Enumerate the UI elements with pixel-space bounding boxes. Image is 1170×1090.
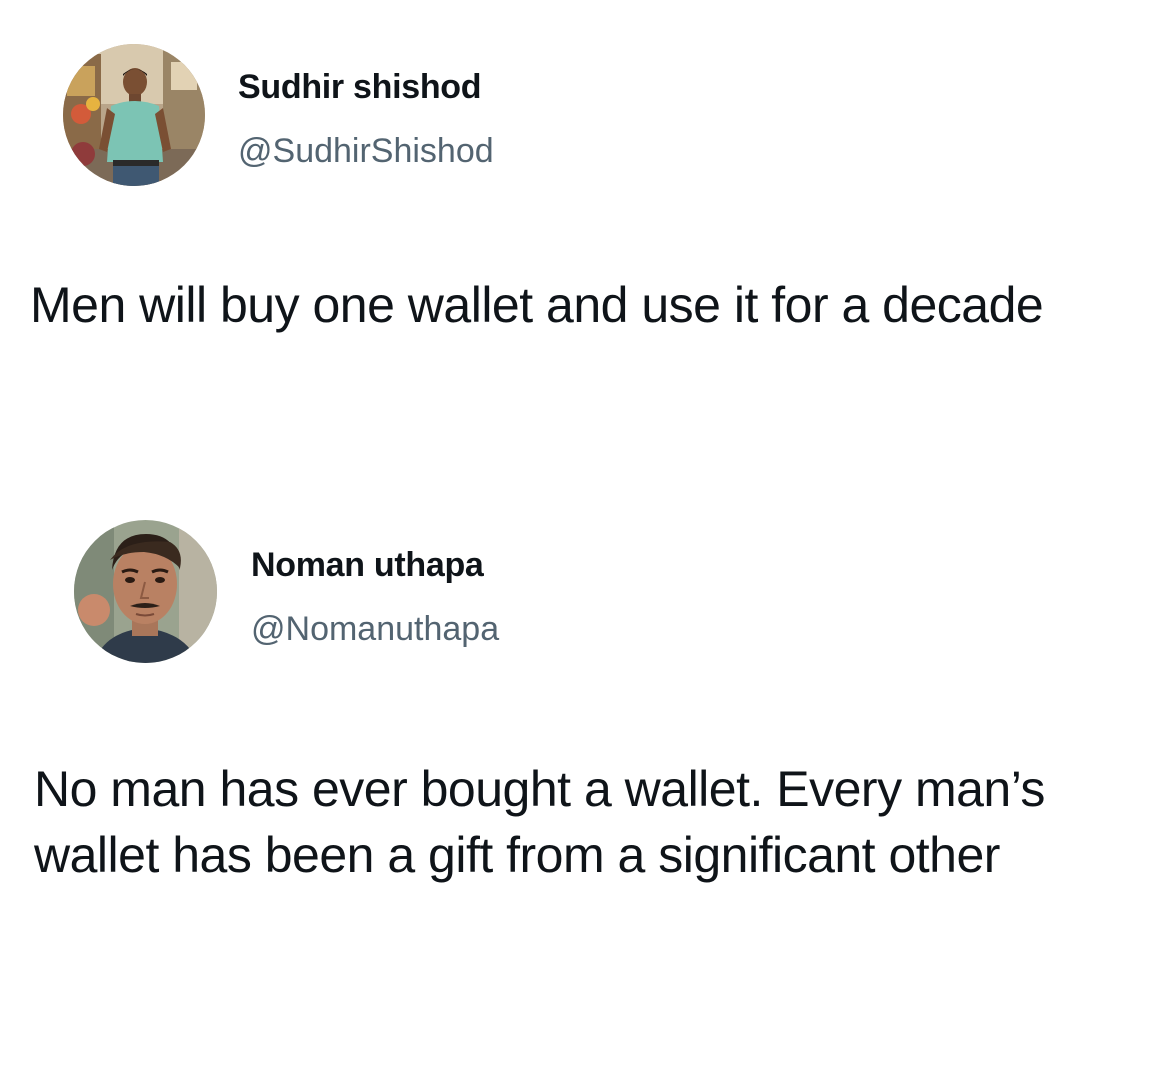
tweet-card: Noman uthapa @Nomanuthapa No man has eve… xyxy=(0,500,1170,1090)
avatar[interactable] xyxy=(74,520,217,663)
tweet-card: Sudhir shishod @SudhirShishod Men will b… xyxy=(0,0,1170,500)
author-handle[interactable]: @Nomanuthapa xyxy=(251,610,499,649)
author-handle[interactable]: @SudhirShishod xyxy=(238,132,494,171)
author-display-name[interactable]: Noman uthapa xyxy=(251,546,484,585)
tweet-text: No man has ever bought a wallet. Every m… xyxy=(34,761,1045,883)
avatar[interactable] xyxy=(63,44,205,186)
user-avatar-photo-icon xyxy=(74,520,217,663)
user-avatar-photo-icon xyxy=(63,44,205,186)
tweet-text: Men will buy one wallet and use it for a… xyxy=(30,277,1044,333)
author-display-name[interactable]: Sudhir shishod xyxy=(238,68,482,107)
